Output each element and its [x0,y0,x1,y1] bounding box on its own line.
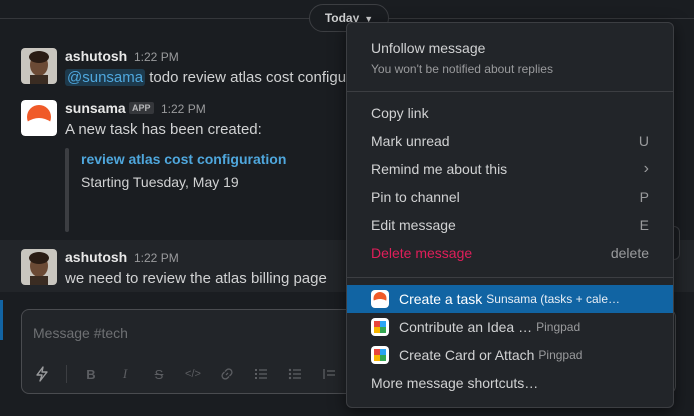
bold-icon[interactable]: B [81,364,101,384]
app-badge: APP [129,102,154,114]
menu-item-remind-me[interactable]: Remind me about this › [347,155,673,183]
menu-item-pin-to-channel[interactable]: Pin to channel P [347,183,673,211]
menu-item-copy-link[interactable]: Copy link [347,99,673,127]
sender-name[interactable]: ashutosh [65,48,127,64]
menu-item-label: Create a task [399,291,483,307]
blockquote-icon[interactable] [319,364,339,384]
shortcut-hint: E [639,217,649,233]
focus-indicator [0,300,3,340]
message-context-menu: Unfollow message You won't be notified a… [346,22,674,408]
message-body: we need to review the atlas billing page [65,270,327,287]
unfollow-menu-item[interactable]: Unfollow message You won't be notified a… [347,23,673,87]
user-mention[interactable]: @sunsama [65,69,146,86]
task-start-date: Starting Tuesday, May 19 [81,174,239,190]
italic-icon[interactable]: I [115,364,135,384]
menu-item-label: Create Card or Attach [399,347,535,363]
timestamp[interactable]: 1:22 PM [161,102,206,116]
menu-item-create-task[interactable]: Create a task Sunsama (tasks + cale… [347,285,673,313]
menu-item-edit-message[interactable]: Edit message E [347,211,673,239]
bullet-list-icon[interactable] [285,364,305,384]
menu-item-mark-unread[interactable]: Mark unread U [347,127,673,155]
message-body: todo review atlas cost configura [149,69,360,86]
sender-name[interactable]: ashutosh [65,249,127,265]
menu-item-label: Copy link [371,105,429,121]
menu-item-create-card[interactable]: Create Card or Attach Pingpad [347,341,673,369]
slack-channel-view: Today ▼ ashutosh 1:22 PM @sunsama todo r… [0,0,694,416]
shortcut-hint: P [639,189,649,205]
unfollow-description: You won't be notified about replies [371,62,553,76]
ordered-list-icon[interactable] [251,364,271,384]
shortcut-hint: U [638,133,649,149]
menu-item-label: More message shortcuts… [371,375,539,391]
message-input[interactable] [33,322,333,344]
lightning-icon[interactable] [32,364,52,384]
app-avatar[interactable] [21,100,57,136]
app-name: Sunsama (tasks + cale… [486,292,620,306]
pingpad-icon [371,346,389,364]
app-name: Pingpad [538,348,583,362]
avatar[interactable] [21,249,57,285]
code-icon[interactable]: </> [183,364,203,384]
link-icon[interactable] [217,364,237,384]
unfollow-label: Unfollow message [371,40,486,56]
shortcut-hint: delete [610,245,649,261]
timestamp[interactable]: 1:22 PM [134,50,179,64]
menu-item-delete-message[interactable]: Delete message delete [347,239,673,267]
menu-item-label: Remind me about this [371,161,508,177]
toolbar-divider [66,365,67,383]
pingpad-icon [371,318,389,336]
avatar[interactable] [21,48,57,84]
attachment-bar [65,148,69,232]
sunsama-icon [371,290,389,308]
sender-name[interactable]: sunsama [65,100,126,116]
strikethrough-icon[interactable]: S [149,364,169,384]
chevron-right-icon: › [643,160,649,177]
app-name: Pingpad [536,320,581,334]
menu-item-label: Pin to channel [371,189,460,205]
menu-item-label: Delete message [371,245,473,261]
menu-divider [347,91,673,92]
menu-item-contribute-idea[interactable]: Contribute an Idea … Pingpad [347,313,673,341]
message-text: @sunsama todo review atlas cost configur… [65,69,359,86]
menu-item-label: Edit message [371,217,456,233]
menu-divider [347,277,673,278]
menu-item-label: Mark unread [371,133,450,149]
message-text: A new task has been created: [65,121,262,138]
formatting-toolbar: B I S </> [32,362,339,386]
task-title-link[interactable]: review atlas cost configuration [81,151,286,167]
menu-item-label: Contribute an Idea … [399,319,533,335]
timestamp[interactable]: 1:22 PM [134,251,179,265]
menu-item-more-shortcuts[interactable]: More message shortcuts… [347,369,673,397]
